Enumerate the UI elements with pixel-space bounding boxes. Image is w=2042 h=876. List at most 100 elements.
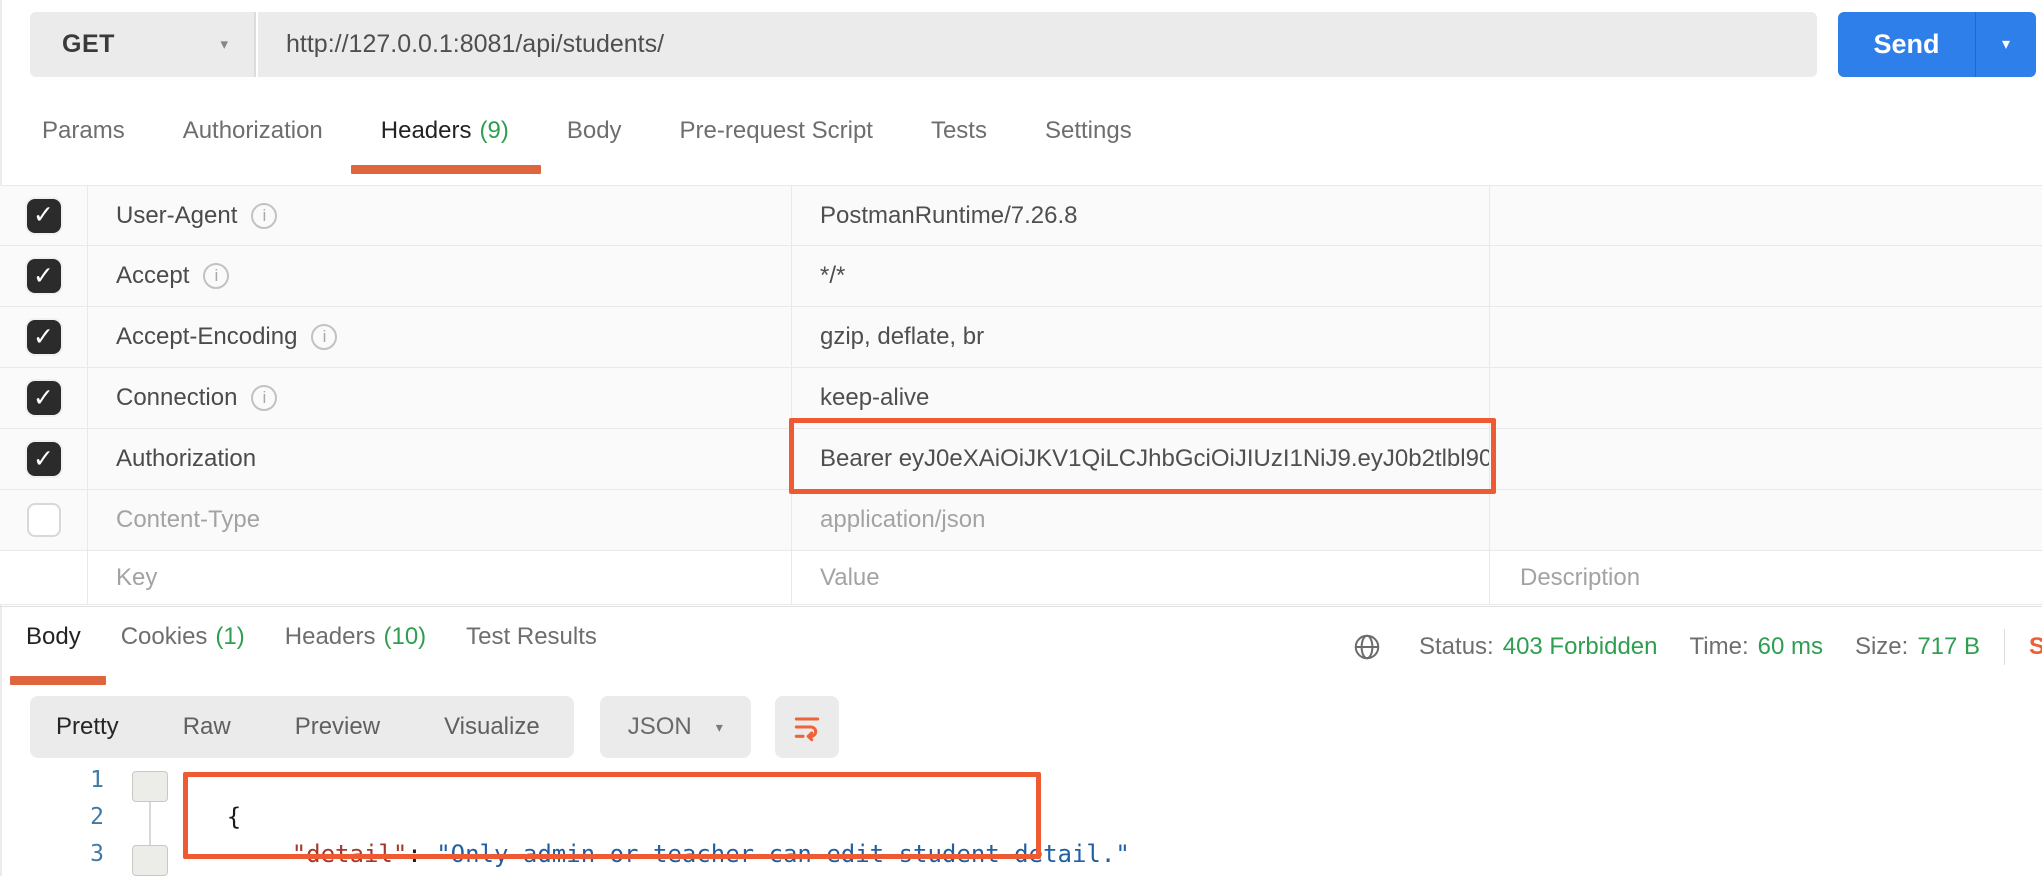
row-checkbox[interactable]: [26, 503, 61, 537]
header-row-user-agent: ✓ User-Agent i PostmanRuntime/7.26.8: [0, 185, 2042, 246]
info-icon: i: [203, 263, 230, 289]
code-line-1: 1{: [0, 762, 2042, 831]
response-view-bar: Pretty Raw Preview Visualize JSON ▾: [30, 696, 839, 758]
header-row-new: Key Value Description: [0, 551, 2042, 605]
wrap-text-button[interactable]: [774, 696, 839, 758]
send-label[interactable]: Send: [1838, 12, 1976, 77]
value-cell[interactable]: Bearer eyJ0eXAiOiJKV1QiLCJhbGciOiJIUzI1N…: [792, 429, 1490, 489]
description-cell[interactable]: [1490, 490, 2042, 550]
value-cell[interactable]: */*: [792, 246, 1490, 306]
url-text: http://127.0.0.1:8081/api/students/: [286, 30, 665, 58]
row-checkbox[interactable]: ✓: [26, 320, 61, 354]
header-row-authorization: ✓ Authorization Bearer eyJ0eXAiOiJKV1QiL…: [0, 429, 2042, 490]
info-icon: i: [311, 324, 338, 350]
key-placeholder-cell[interactable]: Key: [88, 551, 792, 604]
key-cell[interactable]: Accept i: [88, 246, 792, 306]
send-button[interactable]: Send ▾: [1838, 12, 2036, 77]
description-cell[interactable]: [1490, 186, 2042, 245]
method-caret-icon: ▾: [220, 36, 228, 53]
response-header: Body Cookies (1) Headers (10) Test Results…: [0, 607, 2042, 691]
description-cell[interactable]: [1490, 429, 2042, 489]
status-pair: Status: 403 Forbidden: [1419, 633, 1658, 661]
time-pair: Time: 60 ms: [1690, 633, 1823, 661]
tab-response-cookies[interactable]: Cookies (1): [121, 623, 245, 651]
check-icon: ✓: [33, 383, 54, 412]
status-label: Status:: [1419, 633, 1494, 660]
header-row-connection: ✓ Connection i keep-alive: [0, 368, 2042, 429]
check-icon: ✓: [33, 444, 54, 473]
size-value: 717 B: [1917, 633, 1981, 660]
key-cell[interactable]: Accept-Encoding i: [88, 307, 792, 367]
view-switcher: Pretty Raw Preview Visualize: [30, 696, 574, 758]
method-label: GET: [62, 30, 115, 58]
response-body-editor: 1{ 2 "detail": "Only admin or teacher can…: [0, 762, 2042, 876]
status-bar-divider: [2004, 629, 2006, 665]
check-icon: ✓: [33, 261, 54, 290]
header-row-accept: ✓ Accept i */*: [0, 246, 2042, 307]
postman-request-view: GET ▾ http://127.0.0.1:8081/api/students…: [0, 0, 2042, 876]
tab-response-body[interactable]: Body: [10, 623, 106, 685]
send-caret-icon: ▾: [2001, 35, 2011, 53]
headers-table: ✓ User-Agent i PostmanRuntime/7.26.8 ✓ Ac…: [0, 185, 2042, 605]
code-line-2: 2 "detail": "Only admin or teacher can ed…: [0, 799, 2042, 868]
status-value: 403 Forbidden: [1502, 633, 1658, 660]
key-cell[interactable]: Connection i: [88, 368, 792, 428]
view-tab-pretty[interactable]: Pretty: [56, 713, 119, 741]
value-cell[interactable]: keep-alive: [792, 368, 1490, 428]
row-checkbox[interactable]: ✓: [26, 259, 61, 293]
description-cell[interactable]: [1490, 368, 2042, 428]
time-label: Time:: [1689, 633, 1749, 660]
view-tab-raw[interactable]: Raw: [183, 713, 231, 741]
size-pair: Size: 717 B: [1855, 633, 1980, 661]
send-options-button[interactable]: ▾: [1976, 12, 2036, 77]
line-number: 1: [90, 767, 104, 793]
save-response-button[interactable]: Sav: [2029, 633, 2042, 661]
row-checkbox[interactable]: ✓: [26, 442, 61, 476]
line-number: 2: [90, 804, 104, 830]
check-icon: ✓: [33, 201, 54, 229]
response-status-bar: Status: 403 Forbidden Time: 60 ms Size: …: [1352, 619, 2042, 675]
view-tab-visualize[interactable]: Visualize: [444, 713, 540, 741]
method-selector[interactable]: GET ▾: [30, 12, 256, 77]
tab-authorization[interactable]: Authorization: [183, 117, 323, 145]
value-cell[interactable]: gzip, deflate, br: [792, 307, 1490, 367]
key-cell[interactable]: Content-Type: [88, 490, 792, 550]
header-row-content-type: Content-Type application/json: [0, 490, 2042, 551]
response-headers-count-badge: (10): [383, 623, 427, 650]
description-cell[interactable]: [1490, 307, 2042, 367]
line-number: 3: [90, 841, 104, 867]
headers-count-badge: (9): [479, 117, 509, 144]
view-tab-preview[interactable]: Preview: [295, 713, 380, 741]
value-cell[interactable]: application/json: [792, 490, 1490, 550]
key-cell[interactable]: Authorization: [88, 429, 792, 489]
tab-body[interactable]: Body: [567, 117, 622, 145]
url-input[interactable]: http://127.0.0.1:8081/api/students/: [258, 12, 1817, 77]
response-tabs: Body Cookies (1) Headers (10) Test Results: [10, 623, 597, 685]
tab-headers[interactable]: Headers (9): [350, 117, 541, 174]
format-selector[interactable]: JSON ▾: [599, 696, 751, 758]
format-label: JSON: [627, 713, 692, 740]
tab-test-results[interactable]: Test Results: [466, 623, 597, 651]
tab-params[interactable]: Params: [42, 117, 125, 145]
key-cell[interactable]: User-Agent i: [88, 186, 792, 245]
request-tabs: Params Authorization Headers (9) Body Pre…: [0, 77, 2042, 185]
tab-response-headers[interactable]: Headers (10): [285, 623, 426, 651]
tab-tests[interactable]: Tests: [931, 117, 987, 145]
description-cell[interactable]: [1490, 246, 2042, 306]
cookies-count-badge: (1): [215, 623, 245, 650]
description-placeholder-cell[interactable]: Description: [1490, 551, 2042, 604]
row-checkbox[interactable]: ✓: [26, 198, 61, 233]
size-label: Size:: [1854, 633, 1909, 660]
format-caret-icon: ▾: [715, 719, 723, 735]
tab-settings[interactable]: Settings: [1045, 117, 1132, 145]
value-placeholder-cell[interactable]: Value: [792, 551, 1490, 604]
check-icon: ✓: [33, 322, 54, 351]
value-cell[interactable]: PostmanRuntime/7.26.8: [792, 186, 1490, 245]
globe-icon[interactable]: [1352, 632, 1382, 662]
time-value: 60 ms: [1757, 633, 1823, 660]
code-line-3: 3}: [0, 836, 2042, 873]
header-row-accept-encoding: ✓ Accept-Encoding i gzip, deflate, br: [0, 307, 2042, 368]
wrap-text-icon: [794, 717, 819, 742]
row-checkbox[interactable]: ✓: [26, 381, 61, 415]
tab-pre-request-script[interactable]: Pre-request Script: [680, 117, 873, 145]
